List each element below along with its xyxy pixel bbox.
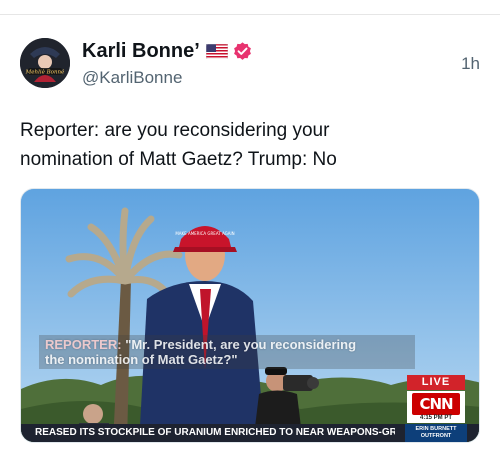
caption-quote-1: "Mr. President, are you reconsidering (125, 337, 357, 352)
news-ticker: REASED ITS STOCKPILE OF URANIUM ENRICHED… (21, 424, 479, 442)
avatar-image: Mehliè Bonné (20, 38, 70, 88)
hat-text: MAKE AMERICA GREAT AGAIN (175, 231, 234, 236)
caption-line-1: REPORTER: "Mr. President, are you recons… (45, 337, 409, 352)
live-label: LIVE (407, 375, 465, 390)
post-timestamp[interactable]: 1h (461, 54, 480, 74)
caption-speaker: REPORTER: (45, 337, 122, 352)
network-time: 4:15 PM PT (419, 415, 452, 421)
author-name[interactable]: Karli Bonne’ (82, 40, 200, 63)
ticker-text: REASED ITS STOCKPILE OF URANIUM ENRICHED… (35, 427, 395, 438)
show-name: ERIN BURNETT OUTFRONT (405, 424, 467, 442)
verified-badge-icon (233, 41, 251, 60)
author-name-row: Karli Bonne’ (82, 38, 253, 64)
top-divider (0, 14, 500, 15)
us-flag-icon (205, 43, 228, 59)
cnn-logo-icon: CNN (412, 393, 460, 415)
post-text: Reporter: are you reconsidering your nom… (20, 120, 337, 170)
network-bug: CNN 4:15 PM PT (407, 391, 465, 423)
author-avatar[interactable]: Mehliè Bonné (20, 38, 70, 88)
post-header: Mehliè Bonné Karli Bonne’ @KarliBonne 1h (20, 38, 480, 94)
post-video[interactable]: MAKE AMERICA GREAT AGAIN REPORTER: "Mr. … (20, 188, 480, 443)
avatar-script-text: Mehliè Bonné (25, 69, 65, 76)
author-handle[interactable]: @KarliBonne (82, 68, 182, 88)
caption-line-2: the nomination of Matt Gaetz?" (45, 352, 238, 367)
news-caption: REPORTER: "Mr. President, are you recons… (39, 335, 415, 369)
